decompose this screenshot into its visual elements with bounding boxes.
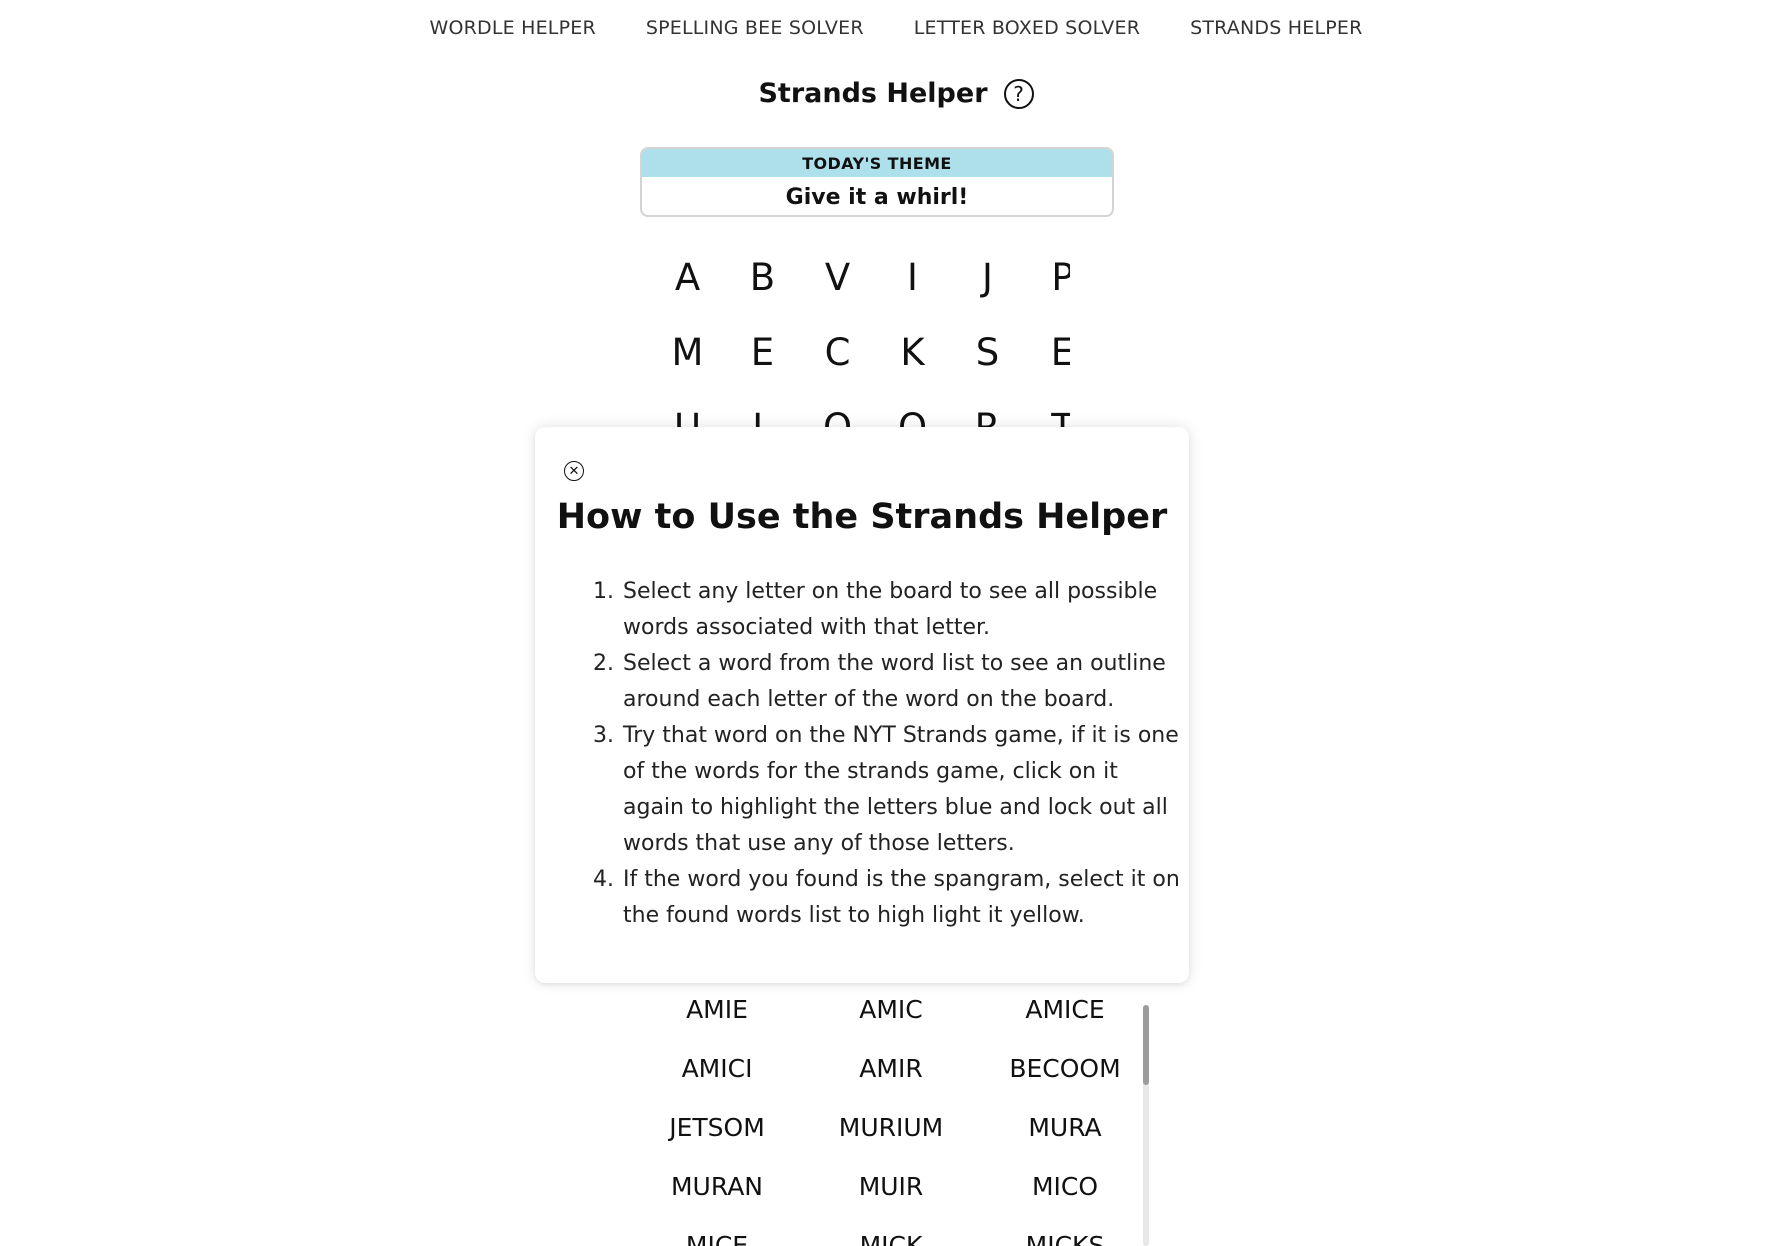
theme-label: TODAY'S THEME	[642, 149, 1112, 177]
board-letter[interactable]: B	[725, 240, 800, 315]
word-item[interactable]: MICKS	[978, 1216, 1150, 1246]
word-item[interactable]: AMIR	[804, 1039, 978, 1098]
instruction-step: If the word you found is the spangram, s…	[621, 862, 1181, 934]
close-circle-icon[interactable]: ✕	[564, 461, 584, 481]
top-nav: WORDLE HELPER SPELLING BEE SOLVER LETTER…	[0, 0, 1792, 56]
nav-letter-boxed-solver[interactable]: LETTER BOXED SOLVER	[914, 17, 1140, 39]
word-item[interactable]: BECOOM	[978, 1039, 1150, 1098]
title-row: Strands Helper ?	[0, 78, 1792, 109]
board-letter[interactable]: I	[875, 240, 950, 315]
board-letter[interactable]: M	[650, 315, 725, 390]
help-modal: ✕ How to Use the Strands Helper Select a…	[535, 427, 1189, 983]
board-letter[interactable]: E	[725, 315, 800, 390]
board-letter[interactable]: L	[725, 390, 800, 430]
board-letter[interactable]: U	[650, 390, 725, 430]
board-letter[interactable]: S	[950, 315, 1025, 390]
modal-title: How to Use the Strands Helper	[556, 497, 1168, 537]
word-item[interactable]: MICK	[804, 1216, 978, 1246]
nav-wordle-helper[interactable]: WORDLE HELPER	[430, 17, 596, 39]
word-item[interactable]: MUIR	[804, 1157, 978, 1216]
word-item[interactable]: MURA	[978, 1098, 1150, 1157]
theme-box: TODAY'S THEME Give it a whirl!	[640, 147, 1114, 217]
word-item[interactable]: MURAN	[630, 1157, 804, 1216]
theme-text: Give it a whirl!	[785, 184, 969, 210]
board-letter[interactable]: E	[1025, 315, 1070, 390]
word-item[interactable]: AMIE	[630, 980, 804, 1039]
board-letter[interactable]: A	[650, 240, 725, 315]
word-list: AMIE AMIC AMICE AMICI AMIR BECOOM JETSOM…	[630, 980, 1150, 1246]
word-item[interactable]: AMIC	[804, 980, 978, 1039]
word-item[interactable]: JETSOM	[630, 1098, 804, 1157]
scrollbar-thumb[interactable]	[1143, 1005, 1149, 1085]
instruction-step: Select a word from the word list to see …	[621, 646, 1181, 718]
instruction-step: Try that word on the NYT Strands game, i…	[621, 718, 1181, 862]
letter-board: A B V I J P M E C K S E U L O O R T	[650, 240, 1070, 430]
board-letter[interactable]: V	[800, 240, 875, 315]
board-letter[interactable]: O	[875, 390, 950, 430]
board-letter[interactable]: C	[800, 315, 875, 390]
instruction-list: Select any letter on the board to see al…	[597, 574, 1181, 934]
board-letter[interactable]: P	[1025, 240, 1070, 315]
word-item[interactable]: MURIUM	[804, 1098, 978, 1157]
board-letter[interactable]: K	[875, 315, 950, 390]
board-letter[interactable]: R	[950, 390, 1025, 430]
question-circle-icon[interactable]: ?	[1003, 78, 1034, 109]
word-item[interactable]: AMICI	[630, 1039, 804, 1098]
word-list-scrollbar[interactable]	[1143, 1005, 1149, 1246]
instruction-step: Select any letter on the board to see al…	[621, 574, 1181, 646]
word-item[interactable]: AMICE	[978, 980, 1150, 1039]
board-letter[interactable]: T	[1025, 390, 1070, 430]
word-item[interactable]: MICO	[978, 1157, 1150, 1216]
word-item[interactable]: MICE	[630, 1216, 804, 1246]
nav-strands-helper[interactable]: STRANDS HELPER	[1190, 17, 1362, 39]
page-title: Strands Helper	[758, 78, 988, 109]
board-letter[interactable]: O	[800, 390, 875, 430]
board-letter[interactable]: J	[950, 240, 1025, 315]
nav-spelling-bee-solver[interactable]: SPELLING BEE SOLVER	[646, 17, 864, 39]
